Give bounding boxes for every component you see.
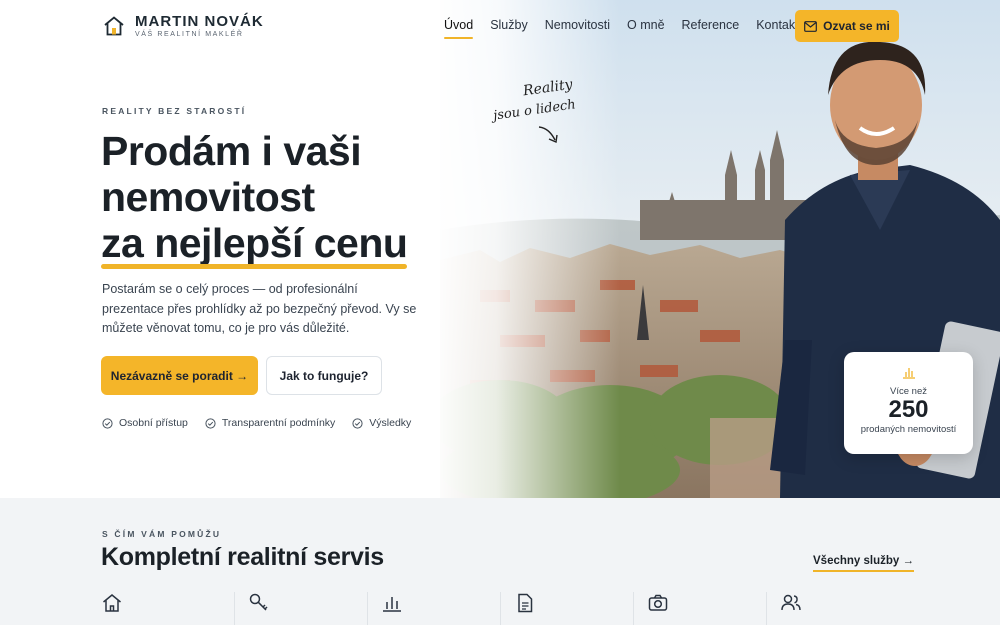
nav-item-nemovitosti[interactable]: Nemovitosti xyxy=(545,18,610,39)
stat-card: Více než 250 prodaných nemovitostí xyxy=(844,352,973,454)
service-divider xyxy=(633,592,634,625)
services-title: Kompletní realitní servis xyxy=(101,543,384,571)
chart-icon[interactable] xyxy=(381,592,403,614)
hero-photo-fade xyxy=(430,0,620,498)
main-nav: Úvod Služby Nemovitosti O mně Reference … xyxy=(444,18,816,39)
benefit-label: Výsledky xyxy=(369,417,412,429)
logo[interactable]: MARTIN NOVÁK VÁŠ REALITNÍ MAKLÉŘ xyxy=(103,14,264,38)
document-icon[interactable] xyxy=(514,592,536,614)
hero-title: Prodám i vaši nemovitost za nejlepší cen… xyxy=(101,128,408,269)
hero-description: Postarám se o celý proces — od profesion… xyxy=(102,282,417,335)
service-divider xyxy=(766,592,767,625)
house-icon xyxy=(104,16,124,36)
house-icon[interactable] xyxy=(101,592,123,614)
nav-item-uvod[interactable]: Úvod xyxy=(444,18,474,39)
nav-item-o-mne[interactable]: O mně xyxy=(627,18,665,39)
check-circle-icon xyxy=(205,417,216,429)
nav-item-reference[interactable]: Reference xyxy=(682,18,740,39)
all-services-link[interactable]: Všechny služby → xyxy=(813,555,914,572)
stat-label: prodaných nemovitostí xyxy=(860,424,957,435)
mail-icon xyxy=(804,20,818,32)
users-icon[interactable] xyxy=(780,592,802,614)
site-header: MARTIN NOVÁK VÁŠ REALITNÍ MAKLÉŘ Úvod Sl… xyxy=(0,0,1000,52)
benefit-item: Výsledky xyxy=(352,417,411,429)
stat-value: 250 xyxy=(888,396,929,423)
brand-tagline: VÁŠ REALITNÍ MAKLÉŘ xyxy=(135,31,244,38)
contact-me-button[interactable]: Ozvat se mi xyxy=(795,10,899,42)
consult-button[interactable]: Nezávazně se poradit → xyxy=(101,356,258,395)
services-section: S ČÍM VÁM POMŮŽU Kompletní realitní serv… xyxy=(0,498,1000,625)
key-icon[interactable] xyxy=(248,592,270,614)
services-eyebrow: S ČÍM VÁM POMŮŽU xyxy=(102,529,222,539)
curved-arrow-icon xyxy=(538,126,558,144)
service-icons-row xyxy=(101,592,901,625)
hero-title-line1: Prodám i vaši xyxy=(101,128,362,174)
handnote-line1: Reality xyxy=(522,76,574,100)
benefit-label: Transparentní podmínky xyxy=(221,417,336,429)
how-it-works-button[interactable]: Jak to funguje? xyxy=(266,356,382,395)
nav-item-sluzby[interactable]: Služby xyxy=(490,18,528,39)
brand-name: MARTIN NOVÁK xyxy=(135,13,264,30)
benefit-item: Osobní přístup xyxy=(102,417,188,429)
benefit-list: Osobní přístup Transparentní podmínky Vý… xyxy=(102,417,428,429)
chart-icon xyxy=(902,368,915,379)
hero-title-highlight: za nejlepší cenu xyxy=(101,220,408,269)
handwritten-note: Reality jsou o lidech xyxy=(490,76,585,148)
check-circle-icon xyxy=(102,417,113,429)
benefit-label: Osobní přístup xyxy=(119,417,188,429)
hero-section: REALITY BEZ STAROSTÍ Prodám i vaši nemov… xyxy=(0,0,1000,498)
camera-icon[interactable] xyxy=(647,592,669,614)
service-divider xyxy=(234,592,235,625)
hero-eyebrow: REALITY BEZ STAROSTÍ xyxy=(102,106,247,116)
check-circle-icon xyxy=(352,417,363,429)
hero-title-line2: nemovitost xyxy=(101,174,315,220)
benefit-item: Transparentní podmínky xyxy=(205,417,335,429)
handnote-line2: jsou o lidech xyxy=(492,97,577,124)
service-divider xyxy=(367,592,368,625)
service-divider xyxy=(500,592,501,625)
nav-item-kontakt[interactable]: Kontakt xyxy=(756,18,798,39)
contact-me-label: Ozvat se mi xyxy=(823,19,890,33)
